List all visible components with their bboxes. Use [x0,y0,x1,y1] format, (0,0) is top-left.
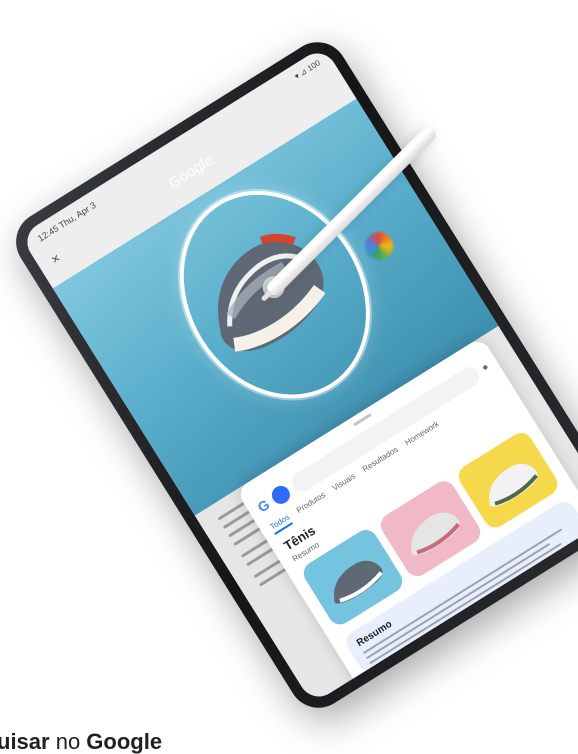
caption-text: uisar no Google [0,729,162,754]
caption-middle: no [49,729,87,754]
caption-prefix: uisar [0,729,50,754]
shoe-thumbnail-icon [334,560,383,604]
caption-brand: Google [86,729,163,754]
lens-selection-chip[interactable] [268,482,294,508]
status-icons: ▾ ⊿ 100 [292,58,322,82]
shoe-thumbnail-icon [488,463,538,507]
mic-icon[interactable]: ● [480,361,491,374]
shoe-thumbnail-icon [411,512,461,556]
google-logo-icon: G [254,496,273,516]
tab-all[interactable]: Todos [268,512,294,535]
stage: 12:45 Thu, Apr 3 ▾ ⊿ 100 × Google G ● To… [0,0,578,754]
stylus-glow-icon [365,232,393,260]
tablet-device: 12:45 Thu, Apr 3 ▾ ⊿ 100 × Google G ● To… [4,30,578,720]
